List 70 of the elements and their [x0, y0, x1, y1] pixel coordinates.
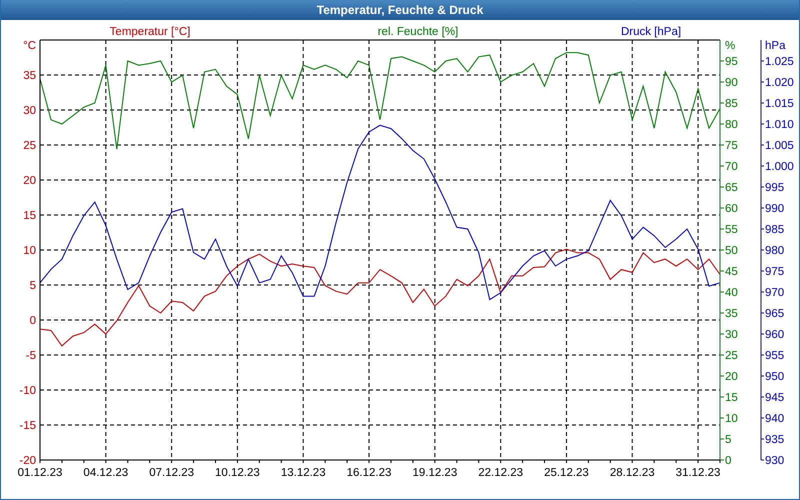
axis-tick-label: 10.12.23 [215, 467, 260, 479]
series-title: Druck [hPa] [620, 26, 682, 38]
axis-tick-label: 20 [23, 175, 36, 187]
axis-tick-label: 35 [23, 70, 36, 82]
axis-tick-label: 975 [765, 266, 784, 278]
axis-tick-label: 15 [23, 210, 36, 222]
axis-tick-label: 1.005 [765, 140, 794, 152]
axis-tick-label: 50 [725, 245, 738, 257]
axis-tick-label: 55 [725, 224, 738, 236]
axis-tick-label: 07.12.23 [149, 467, 194, 479]
axis-tick-label: 945 [765, 392, 784, 404]
axis-unit-label: hPa [765, 40, 786, 52]
axis-tick-label: 10 [725, 413, 738, 425]
axis-tick-label: 16.12.23 [346, 467, 392, 479]
axis-tick-label: 20 [725, 371, 738, 383]
axis-tick-label: 995 [765, 182, 784, 194]
axis-tick-label: 0 [30, 315, 36, 327]
axis-tick-label: 25 [725, 350, 738, 362]
axis-tick-label: 960 [765, 329, 784, 341]
axis-tick-label: 13.12.23 [280, 467, 326, 479]
axis-tick-label: -15 [19, 420, 36, 432]
axis-tick-label: -5 [26, 350, 36, 362]
axis-tick-label: 45 [725, 266, 738, 278]
axis-tick-label: 970 [765, 287, 784, 299]
axis-tick-label: 35 [725, 308, 738, 320]
axis-tick-label: 25 [23, 140, 36, 152]
axis-tick-label: 60 [725, 203, 738, 215]
axis-tick-label: 1.000 [765, 161, 794, 173]
axis-unit-label: °C [23, 40, 36, 52]
series-title: Temperatur [°C] [110, 26, 190, 38]
axis-tick-label: 40 [725, 287, 738, 299]
axis-tick-label: 1.025 [765, 56, 794, 68]
axis-tick-label: 955 [765, 350, 784, 362]
axis-tick-label: 5 [725, 434, 732, 446]
axis-tick-label: 95 [725, 56, 738, 68]
axis-tick-label: 75 [725, 140, 738, 152]
axis-tick-label: 935 [765, 434, 784, 446]
axis-tick-label: 950 [765, 371, 784, 383]
axis-tick-label: 980 [765, 245, 784, 257]
axis-tick-label: 28.12.23 [610, 467, 655, 479]
series-title: rel. Feuchte [%] [378, 26, 458, 38]
axis-tick-label: 5 [30, 280, 36, 292]
axis-tick-label: 65 [725, 182, 738, 194]
axis-tick-label: 80 [725, 119, 738, 131]
axis-tick-label: 1.020 [765, 77, 794, 89]
axis-tick-label: 940 [765, 413, 784, 425]
axis-tick-label: 15 [725, 392, 738, 404]
axis-tick-label: 22.12.23 [478, 467, 524, 479]
window-title: Temperatur, Feuchte & Druck [1, 0, 799, 20]
axis-tick-label: 19.12.23 [412, 467, 458, 479]
axis-tick-label: 25.12.23 [544, 467, 589, 479]
axis-tick-label: 930 [765, 455, 784, 467]
axis-tick-label: 70 [725, 161, 738, 173]
axis-tick-label: 04.12.23 [83, 467, 128, 479]
axis-tick-label: 30 [23, 105, 36, 117]
axis-tick-label: 85 [725, 98, 738, 110]
axis-tick-label: 985 [765, 224, 784, 236]
axis-tick-label: 0 [725, 455, 732, 467]
axis-tick-label: 90 [725, 77, 738, 89]
axis-tick-label: 10 [23, 245, 36, 257]
axis-tick-label: 990 [765, 203, 784, 215]
axis-tick-label: -20 [19, 455, 36, 467]
axis-tick-label: 30 [725, 329, 738, 341]
axis-tick-label: 965 [765, 308, 784, 320]
axis-tick-label: 1.015 [765, 98, 794, 110]
axis-tick-label: 01.12.23 [18, 467, 62, 479]
axis-tick-label: 1.010 [765, 119, 794, 131]
axis-tick-label: -10 [19, 385, 36, 397]
axis-tick-label: 31.12.23 [676, 467, 720, 479]
axis-unit-label: % [725, 40, 736, 52]
